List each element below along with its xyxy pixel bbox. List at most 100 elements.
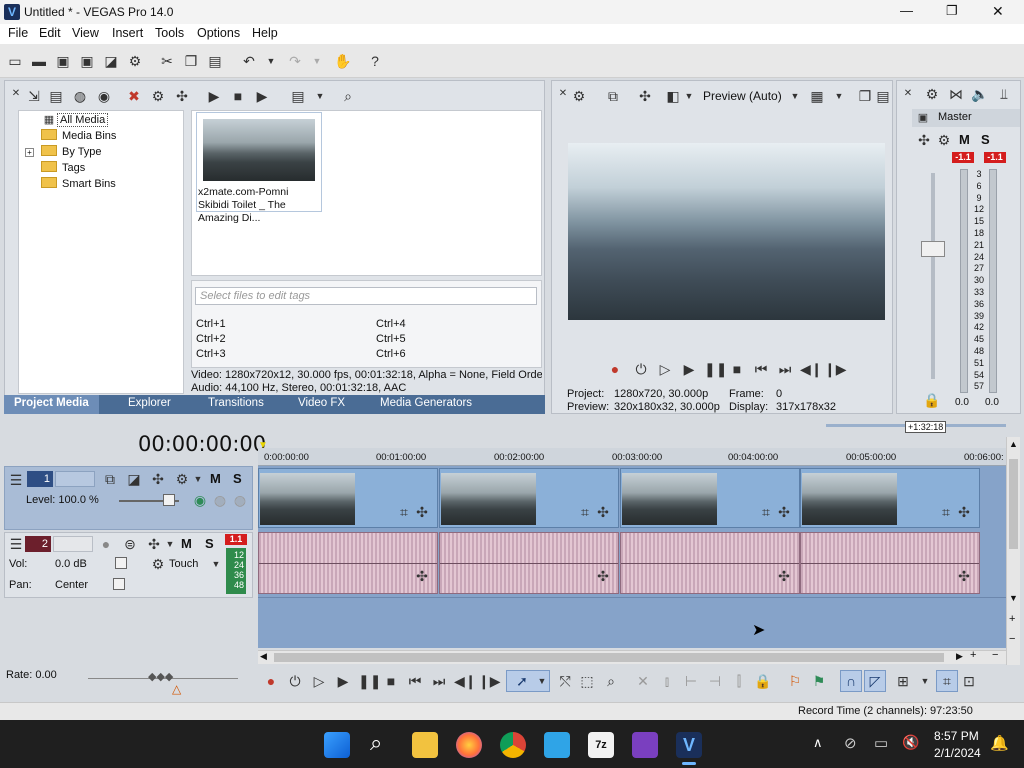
event-fx-icon[interactable]: ✣ [413,503,431,521]
scroll-down-icon[interactable]: ▼ [1009,593,1018,603]
lock-envelopes-toggle[interactable]: ⌗ [936,670,958,692]
capture-video-icon[interactable]: ▤ [47,87,65,105]
save-as-icon[interactable]: ▣ [78,52,96,70]
event-fx-icon[interactable]: ✣ [775,503,793,521]
audio-track-header[interactable]: ☰ 2 ● ⊜ ✣ ▼ M S 1.1 Vol: 0.0 dB ⚙ Touch … [4,532,253,598]
event-fx-icon[interactable]: ✣ [413,567,431,585]
zoom-out-vertical-icon[interactable]: − [1009,633,1015,645]
7zip-icon[interactable]: 7z [588,732,614,758]
enable-snapping-icon[interactable]: ✋ [334,52,352,70]
master-solo-button[interactable]: S [981,132,990,147]
scroll-left-icon[interactable]: ◀ [260,651,267,662]
pan-slider-handle[interactable] [113,578,125,590]
normal-edit-tool[interactable]: ➚ ▼ [506,670,550,692]
downmix-icon[interactable]: ⋈ [947,85,965,103]
video-event[interactable]: ⌗ ✣ [439,468,619,528]
network-off-icon[interactable]: ⊘ [844,734,857,752]
tag-shortcut[interactable]: Ctrl+2 [196,333,226,345]
undo-dropdown-icon[interactable]: ▼ [262,52,280,70]
selection-tool-icon[interactable]: ⬚ [578,672,596,690]
go-to-start-icon[interactable]: ⏮ [406,672,424,690]
master-settings-icon[interactable]: ⚙ [935,131,953,149]
scroll-right-icon[interactable]: ▶ [956,651,963,662]
arm-record-icon[interactable]: ● [97,535,115,553]
help-icon[interactable]: ? [366,52,384,70]
tag-shortcut[interactable]: Ctrl+4 [376,318,406,330]
media-fx-icon[interactable]: ⚙ [149,87,167,105]
menu-tools[interactable]: Tools [155,26,184,40]
master-mute-button[interactable]: M [959,132,970,147]
redo-dropdown-icon[interactable]: ▼ [308,52,326,70]
start-icon[interactable] [324,732,350,758]
minimize-button[interactable]: — [900,3,913,18]
video-event[interactable]: ⌗ ✣ [620,468,800,528]
pause-icon[interactable]: ❚❚ [704,360,727,378]
close-button[interactable]: ✕ [992,3,1004,20]
menu-options[interactable]: Options [197,26,240,40]
master-fx-icon[interactable]: ✣ [915,131,933,149]
paste-icon[interactable]: ▤ [206,52,224,70]
menu-view[interactable]: View [72,26,99,40]
go-to-end-icon[interactable]: ⏭ [776,360,794,378]
automation-gear-icon[interactable]: ⚙ [149,555,167,573]
automation-mode[interactable]: Touch [169,558,198,570]
timeline-tracks[interactable]: ⌗ ✣ ⌗ ✣ ⌗ ✣ ⌗ ✣ ✣ ✣ ✣ ✣ ➤ [258,466,1006,648]
cut-icon[interactable]: ✂ [158,52,176,70]
lock-icon[interactable]: 🔒 [923,391,941,409]
tag-shortcut[interactable]: Ctrl+1 [196,318,226,330]
go-to-end-icon[interactable]: ⏭ [430,672,448,690]
mixer-icon[interactable]: ⫫ [995,85,1013,103]
split-icon[interactable]: ⫿ [730,672,748,690]
zoom-out-time-icon[interactable]: − [992,649,998,661]
tree-item-all-media[interactable]: ▦ All Media [41,112,109,128]
vol-slider-handle[interactable] [115,557,127,569]
save-snapshot-icon[interactable]: ▤ [874,87,892,105]
trim-icon[interactable]: ⫾ [658,672,676,690]
views-icon[interactable]: ▤ [289,87,307,105]
clock-date[interactable]: 2/1/2024 [934,746,981,760]
mask-icon[interactable]: ◍ [211,491,229,509]
video-event[interactable]: ⌗ ✣ [258,468,438,528]
external-monitor-icon[interactable]: ⧉ [604,87,622,105]
tree-item-smart-bins[interactable]: Smart Bins [41,176,116,192]
track2-mute-button[interactable]: M [181,536,192,551]
tree-item-by-type[interactable]: + By Type [25,144,102,160]
video-fx-icon[interactable]: ✣ [636,87,654,105]
event-fx-icon[interactable]: ✣ [594,503,612,521]
previous-frame-icon[interactable]: ◀❙ [800,360,823,378]
media-thumbnail[interactable]: x2mate.com-Pomni Skibidi Toilet _ The Am… [196,112,322,224]
tree-item-tags[interactable]: Tags [41,160,85,176]
play-media-icon[interactable]: ▶ [205,87,223,105]
insert-marker-icon[interactable]: ⚐ [786,672,804,690]
next-frame-icon[interactable]: ❙▶ [824,360,847,378]
parent-motion-icon[interactable]: ◪ [125,470,143,488]
audio-event[interactable]: ✣ [258,532,438,594]
play-from-start-icon[interactable]: ▷ [310,672,328,690]
composite-mode-icon[interactable]: ⧉ [101,470,119,488]
scroll-thumb[interactable] [274,653,944,662]
event-pan-crop-icon[interactable]: ⌗ [395,503,413,521]
properties-gear-icon[interactable]: ⚙ [126,52,144,70]
track2-solo-button[interactable]: S [205,536,214,551]
track1-mute-button[interactable]: M [210,471,221,486]
expand-icon[interactable]: + [25,148,34,157]
video-event[interactable]: ⌗ ✣ [800,468,980,528]
close-panel-icon[interactable]: ✕ [7,85,25,103]
ignore-grouping-icon[interactable]: ⊡ [960,672,978,690]
track-name-field[interactable] [53,536,93,552]
split-dropdown-icon[interactable]: ▼ [680,87,698,105]
new-project-icon[interactable]: ▭ [6,52,24,70]
search-icon[interactable]: ⌕ [370,730,382,756]
web-icon[interactable]: ◉ [95,87,113,105]
preview-quality-select[interactable]: Preview (Auto) [703,89,782,103]
play-icon[interactable]: ▶ [334,672,352,690]
notifications-bell-icon[interactable]: 🔔 [990,734,1009,752]
get-media-icon[interactable]: ◍ [71,87,89,105]
tab-video-fx[interactable]: Video FX [298,397,345,409]
remove-media-icon[interactable]: ✖ [125,87,143,105]
auto-crossfade-icon[interactable]: ⊞ [894,672,912,690]
composite-icon[interactable]: ◉ [191,491,209,509]
event-fx-icon[interactable]: ✣ [594,567,612,585]
copy-icon[interactable]: ❐ [182,52,200,70]
event-fx-icon[interactable]: ✣ [775,567,793,585]
